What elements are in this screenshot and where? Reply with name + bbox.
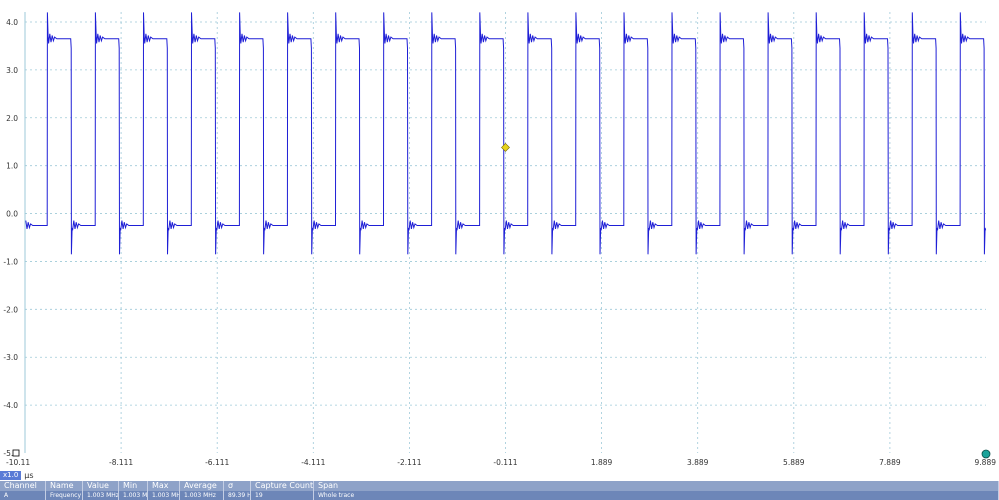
measurements-cell: 19	[251, 491, 314, 500]
x-tick-label: -0.111	[493, 458, 517, 467]
measurements-header-cell[interactable]: σ	[224, 481, 251, 491]
trigger-marker-icon	[501, 143, 510, 152]
y-tick-label: -2.0	[3, 305, 18, 314]
measurements-header-row: Channel Name Value Min Max Average σ Capture Co…	[0, 481, 999, 491]
measurements-cell: 1.003 M...	[119, 491, 148, 500]
y-tick-label: 0.0	[6, 210, 18, 219]
x-axis-unit-label: µs	[24, 470, 34, 480]
x-tick-label: 5.889	[783, 458, 805, 467]
x-tick-label: 1.889	[591, 458, 613, 467]
measurements-header-cell[interactable]: Span	[314, 481, 999, 491]
measurements-cell: Whole trace	[314, 491, 999, 500]
x-tick-label: 3.889	[687, 458, 709, 467]
measurements-header-cell[interactable]: Max	[148, 481, 180, 491]
x-axis-labels: -10.11 -8.111 -6.111 -4.111 -2.111 -0.111 1.88…	[6, 458, 996, 467]
measurements-cell: 1.003 MHz	[83, 491, 119, 500]
x-tick-label: -10.11	[6, 458, 30, 467]
measurements-header-cell[interactable]: Name	[46, 481, 83, 491]
origin-marker-icon	[12, 449, 20, 457]
x-tick-label: -2.111	[397, 458, 421, 467]
y-tick-label: 2.0	[6, 114, 18, 123]
plot-markers	[12, 143, 991, 459]
measurements-body: AFrequency1.003 MHz1.003 M...1.003 MHz1.…	[0, 491, 999, 500]
ruler-handle-icon	[981, 449, 991, 459]
y-tick-label: -3.0	[3, 353, 18, 362]
zoom-factor-badge[interactable]: x1.0	[0, 470, 22, 480]
measurements-table: Channel Name Value Min Max Average σ Capture Co…	[0, 481, 999, 500]
x-tick-label: 9.889	[975, 458, 997, 467]
y-axis-labels: 4.03.02.01.00.0-1.0-2.0-3.0-4.0-5.0	[3, 18, 18, 458]
y-tick-label: 4.0	[6, 18, 18, 27]
measurements-header-cell[interactable]: Min	[119, 481, 148, 491]
x-tick-label: -8.111	[109, 458, 133, 467]
measurements-cell: A	[0, 491, 46, 500]
measurements-cell: 1.003 MHz	[148, 491, 180, 500]
plot-grid	[24, 12, 986, 453]
measurements-header-cell[interactable]: Capture Count	[251, 481, 314, 491]
x-tick-label: -6.111	[205, 458, 229, 467]
measurements-cell: 1.003 MHz	[180, 491, 224, 500]
measurements-header-cell[interactable]: Channel	[0, 481, 46, 491]
measurements-header-cell[interactable]: Average	[180, 481, 224, 491]
measurements-header-cell[interactable]: Value	[83, 481, 119, 491]
y-tick-label: -1.0	[3, 257, 18, 266]
measurements-cell: Frequency	[46, 491, 83, 500]
y-tick-label: 3.0	[6, 66, 18, 75]
y-tick-label: -4.0	[3, 401, 18, 410]
measurements-cell: 89.39 Hz	[224, 491, 251, 500]
y-tick-label: 1.0	[6, 162, 18, 171]
x-tick-label: -4.111	[301, 458, 325, 467]
oscilloscope-plot[interactable]: 4.03.02.01.00.0-1.0-2.0-3.0-4.0-5.0 -10.…	[0, 0, 999, 470]
axis-unit-row: x1.0 µs	[0, 470, 34, 480]
measurements-row[interactable]: AFrequency1.003 MHz1.003 M...1.003 MHz1.…	[0, 491, 999, 500]
x-tick-label: 7.889	[879, 458, 901, 467]
